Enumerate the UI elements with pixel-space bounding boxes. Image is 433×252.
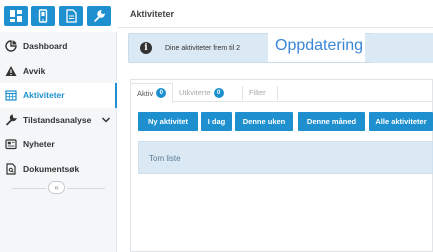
count-badge: 0 <box>156 88 167 98</box>
document-icon[interactable] <box>59 6 83 26</box>
sidebar-item-label: Avvik <box>23 65 46 76</box>
wrench-icon <box>5 114 17 126</box>
this-week-button[interactable]: Denne uken <box>235 112 293 131</box>
sidebar-collapse-row: « <box>0 180 117 196</box>
sidebar-item-aktiviteter[interactable]: Aktiviteter <box>0 83 117 108</box>
divider <box>277 86 278 100</box>
file-search-icon <box>5 163 17 175</box>
sidebar-item-label: Tilstandsanalyse <box>23 114 92 125</box>
new-activity-button[interactable]: Ny aktivitet <box>138 112 198 131</box>
sidebar-item-nyheter[interactable]: Nyheter <box>0 132 117 157</box>
count-badge: 0 <box>213 87 224 98</box>
warning-icon <box>5 65 17 77</box>
wrench-icon[interactable] <box>87 6 111 26</box>
newspaper-icon <box>5 138 17 150</box>
sidebar-item-label: Aktiviteter <box>23 90 65 101</box>
quick-access-toolbar <box>0 0 117 32</box>
sidebar-item-dokumentsok[interactable]: Dokumentsøk <box>0 157 117 182</box>
sidebar-nav: Dashboard Avvik Aktiviteter Tilstandsana… <box>0 34 117 181</box>
info-icon: i <box>140 42 152 54</box>
page-title: Aktiviteter <box>130 9 175 19</box>
tab-label: Utkviterte <box>179 88 211 97</box>
this-month-button[interactable]: Denne måned <box>298 112 365 131</box>
sidebar-item-label: Nyheter <box>23 139 55 150</box>
sidebar: Dashboard Avvik Aktiviteter Tilstandsana… <box>0 0 117 252</box>
sidebar-item-label: Dokumentsøk <box>23 163 80 174</box>
info-alert-tail <box>371 33 433 63</box>
pie-chart-icon <box>5 40 17 52</box>
page-header: Aktiviteter <box>118 0 433 28</box>
today-button[interactable]: I dag <box>201 112 232 131</box>
tab-label: Aktiv <box>137 88 154 98</box>
update-notice: Oppdatering <box>268 32 365 62</box>
main-content: Aktiviteter i Dine aktiviteter frem til … <box>118 0 433 252</box>
empty-list: Tom liste <box>138 141 433 174</box>
mobile-icon[interactable] <box>31 6 55 26</box>
tab-aktiv[interactable]: Aktiv 0 <box>130 83 174 103</box>
calendar-icon <box>5 89 17 101</box>
divider <box>12 188 46 189</box>
tab-utkviterte[interactable]: Utkviterte 0 <box>173 83 230 102</box>
collapse-sidebar-button[interactable]: « <box>48 181 65 194</box>
all-activities-button[interactable]: Alle aktiviteter <box>369 112 433 131</box>
tab-filter[interactable]: Filter <box>243 83 272 102</box>
activity-tabs: Aktiv 0 Utkviterte 0 Filter <box>130 79 433 103</box>
empty-list-text: Tom liste <box>149 154 181 163</box>
sidebar-item-dashboard[interactable]: Dashboard <box>0 34 117 59</box>
chevron-down-icon[interactable] <box>101 115 111 125</box>
tab-label: Filter <box>249 88 266 97</box>
divider <box>67 188 105 189</box>
sidebar-item-label: Dashboard <box>23 41 68 52</box>
sidebar-item-avvik[interactable]: Avvik <box>0 59 117 84</box>
sidebar-item-tilstandsanalyse[interactable]: Tilstandsanalyse <box>0 108 117 133</box>
info-alert-text: Dine aktiviteter frem til 2 <box>165 45 241 52</box>
dashboard-icon[interactable] <box>4 6 28 26</box>
